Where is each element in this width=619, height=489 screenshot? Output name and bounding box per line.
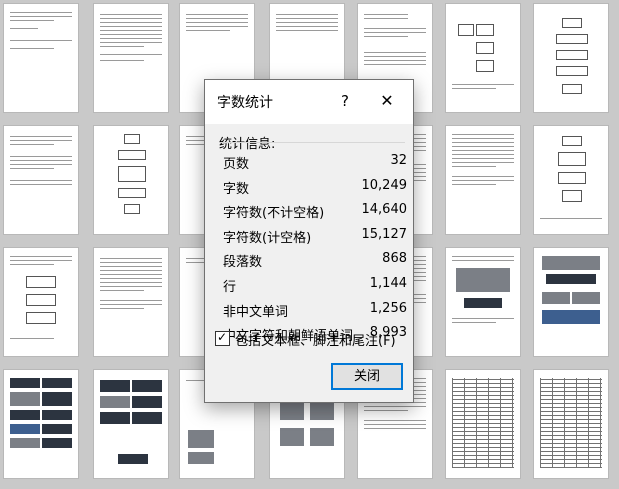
page-thumbnail[interactable] [446,370,520,478]
stat-row-non-chinese-words: 非中文单词 1,256 [223,296,407,321]
page-thumbnail[interactable] [94,370,168,478]
stat-value: 32 [390,153,407,168]
page-thumbnail[interactable] [4,370,78,478]
stat-row-chars-with-spaces: 字符数(计空格) 15,127 [223,222,407,247]
close-button[interactable]: 关闭 [331,363,403,390]
page-thumbnail[interactable] [446,248,520,356]
stat-value: 1,256 [369,300,407,316]
stat-row-pages: 页数 32 [223,148,407,173]
stat-value: 868 [382,251,407,267]
page-thumbnail[interactable] [94,248,168,356]
stat-row-words: 字数 10,249 [223,173,407,198]
close-icon[interactable]: ✕ [373,88,401,114]
page-thumbnail[interactable] [534,4,608,112]
page-thumbnail[interactable] [4,126,78,234]
dialog-title: 字数统计 [217,95,273,111]
stats-list: 页数 32 字数 10,249 字符数(不计空格) 14,640 字符数(计空格… [223,148,407,345]
stat-row-chars-no-spaces: 字符数(不计空格) 14,640 [223,197,407,222]
page-thumbnail[interactable] [534,370,608,478]
page-thumbnail[interactable] [534,126,608,234]
page-thumbnail[interactable] [4,4,78,112]
stat-value: 15,127 [361,226,408,242]
stat-label: 页数 [223,157,250,172]
checkbox-label[interactable]: 包括文本框、脚注和尾注(F) [235,330,396,349]
stat-label: 字符数(不计空格) [223,206,325,222]
stat-value: 14,640 [361,202,408,218]
stat-label: 字数 [223,181,250,197]
stat-row-paragraphs: 段落数 868 [223,246,407,271]
help-button[interactable]: ? [333,88,357,114]
stat-label: 非中文单词 [223,304,289,320]
section-divider [219,142,405,143]
dialog-titlebar: 字数统计 ? ✕ [205,80,413,124]
stat-label: 段落数 [223,255,263,271]
checkmark-icon: ✓ [217,330,228,344]
page-thumbnail[interactable] [94,126,168,234]
page-thumbnail[interactable] [446,126,520,234]
page-thumbnail[interactable] [4,248,78,356]
stat-label: 字符数(计空格) [223,230,312,246]
stat-value: 10,249 [361,177,408,193]
page-thumbnail[interactable] [446,4,520,112]
stat-row-lines: 行 1,144 [223,271,407,296]
page-thumbnail[interactable] [94,4,168,112]
stat-label: 行 [223,279,237,295]
stat-value: 1,144 [369,275,407,291]
word-count-dialog: 字数统计 ? ✕ 统计信息: 页数 32 字数 10,249 字符数(不计空格)… [204,79,414,403]
page-thumbnail[interactable] [534,248,608,356]
checkbox-box[interactable]: ✓ [215,330,230,346]
